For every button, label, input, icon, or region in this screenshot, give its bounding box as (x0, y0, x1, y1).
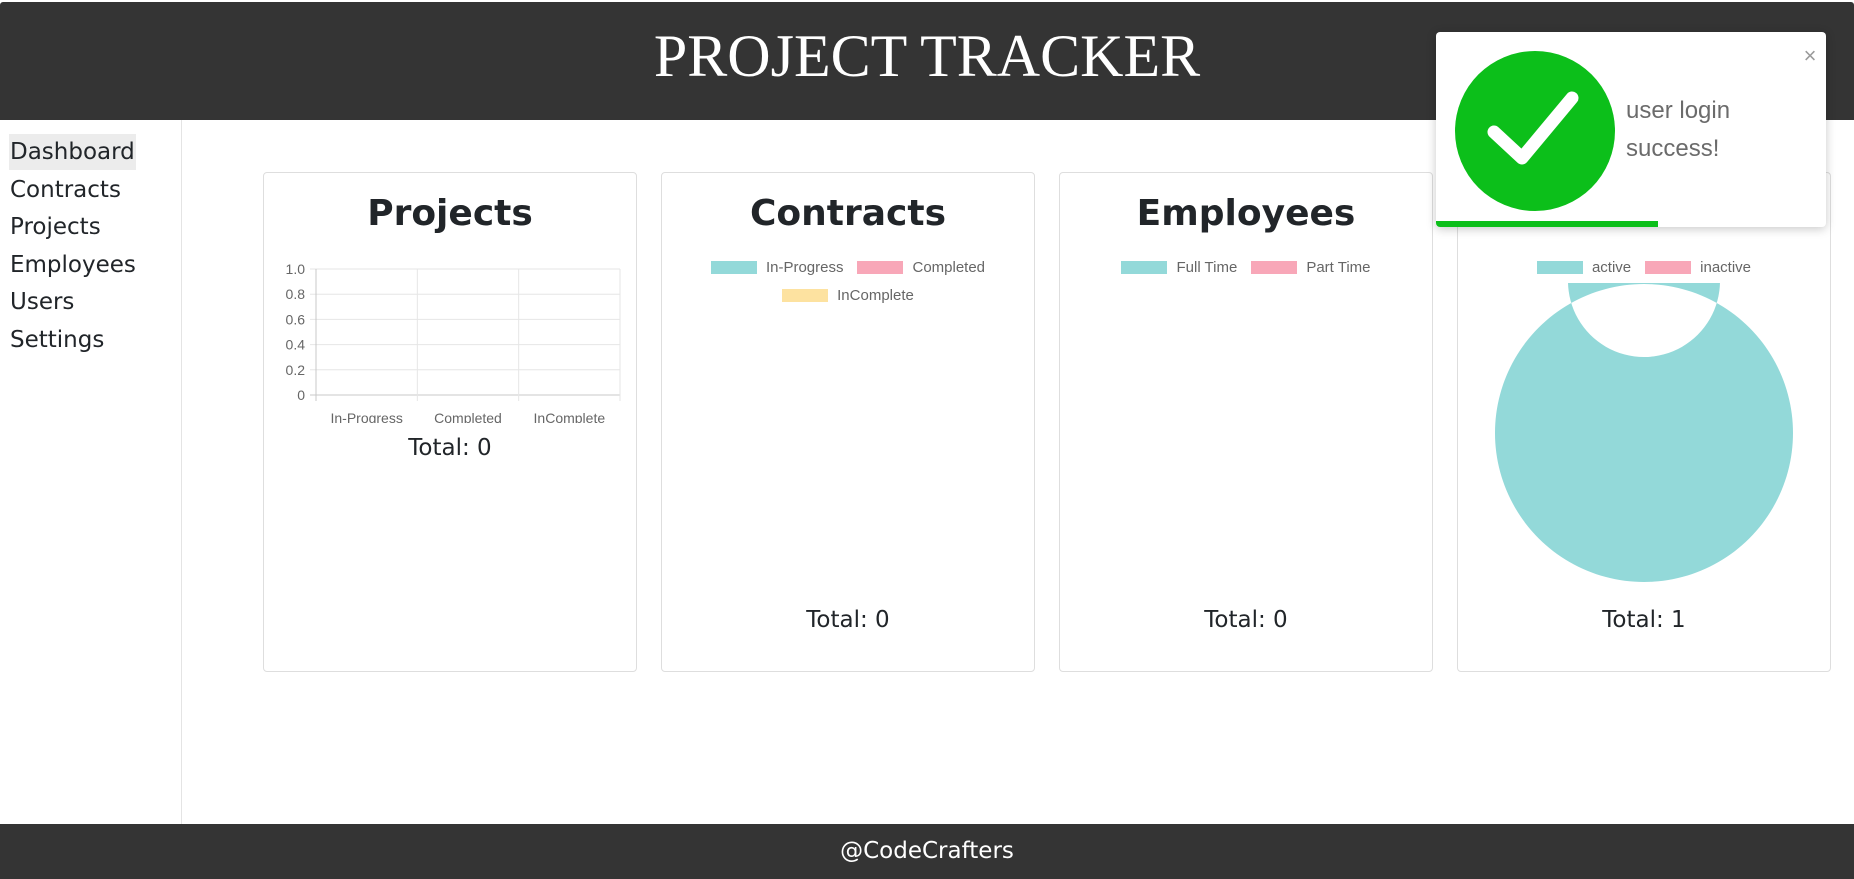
y-tick-label: 0.4 (286, 337, 306, 353)
projects-card-title: Projects (367, 193, 533, 234)
legend-swatch (1645, 260, 1692, 274)
legend-item-inactive[interactable]: inactive (1645, 259, 1751, 276)
legend-swatch (857, 260, 904, 274)
sidebar: Dashboard Contracts Projects Employees U… (0, 120, 182, 824)
legend-item-part-time[interactable]: Part Time (1251, 258, 1371, 276)
legend-label: In-Progress (765, 258, 844, 276)
y-tick-label: 0.6 (286, 311, 306, 327)
projects-card: Projects 1.0 0.8 0.6 0.4 0.2 0 In-Progress Comp… (263, 172, 637, 672)
y-tick-label: 0.8 (286, 286, 306, 302)
users-donut-chart (1495, 283, 1793, 582)
y-tick-label: 0 (297, 387, 305, 403)
close-icon[interactable]: × (1798, 44, 1822, 68)
legend-swatch (1251, 260, 1298, 274)
legend-item-active[interactable]: active (1536, 258, 1632, 276)
contracts-card: Contracts In-Progress Completed InComple… (661, 172, 1035, 672)
employees-total: Total: 0 (1204, 607, 1288, 633)
y-tick-label: 0.2 (286, 362, 306, 378)
toast-progress-bar (1436, 221, 1659, 227)
employees-card: Employees Full Time Part Time Total: 0 (1059, 172, 1433, 672)
users-legend: active inactive (1458, 253, 1830, 281)
projects-bar-chart: 1.0 0.8 0.6 0.4 0.2 0 In-Progress Completed InCo… (286, 261, 621, 423)
sidebar-item-projects[interactable]: Projects (9, 209, 102, 245)
legend-swatch (710, 260, 757, 274)
users-card: active inactive Total: 1 (1457, 172, 1831, 672)
contracts-total: Total: 0 (806, 607, 890, 633)
sidebar-item-dashboard[interactable]: Dashboard (9, 134, 136, 170)
employees-legend: Full Time Part Time (1060, 253, 1432, 281)
x-tick-label: InComplete (534, 410, 606, 423)
legend-label: Part Time (1306, 258, 1371, 276)
contracts-legend: In-Progress Completed InComplete (662, 253, 1034, 309)
projects-total: Total: 0 (408, 435, 492, 461)
employees-card-title: Employees (1136, 193, 1356, 234)
legend-item-in-progress[interactable]: In-Progress (710, 258, 844, 276)
legend-item-incomplete[interactable]: InComplete (782, 287, 914, 304)
sidebar-item-contracts[interactable]: Contracts (9, 172, 122, 208)
sidebar-item-employees[interactable]: Employees (9, 247, 137, 283)
toast-message: user login success! (1626, 97, 1731, 162)
legend-swatch (1121, 260, 1168, 274)
legend-item-full-time[interactable]: Full Time (1121, 259, 1237, 276)
login-toast: user login success! × (1436, 32, 1826, 227)
legend-label: inactive (1700, 258, 1752, 276)
sidebar-item-settings[interactable]: Settings (9, 322, 105, 358)
success-check-icon (1455, 51, 1615, 211)
legend-label: InComplete (837, 286, 914, 304)
x-tick-label: In-Progress (330, 410, 402, 423)
legend-item-completed[interactable]: Completed (857, 259, 985, 276)
legend-swatch (1536, 260, 1583, 274)
users-total: Total: 1 (1602, 607, 1686, 633)
contracts-card-title: Contracts (749, 193, 946, 234)
x-tick-label: Completed (434, 410, 502, 423)
sidebar-item-users[interactable]: Users (9, 284, 75, 320)
y-tick-label: 1.0 (286, 261, 306, 277)
legend-swatch (782, 288, 829, 302)
app-footer: @CodeCrafters (0, 824, 1854, 879)
footer-credit: @CodeCrafters (840, 838, 1014, 864)
legend-label: Full Time (1176, 258, 1238, 276)
legend-label: Completed (912, 258, 986, 276)
legend-label: active (1591, 258, 1632, 276)
